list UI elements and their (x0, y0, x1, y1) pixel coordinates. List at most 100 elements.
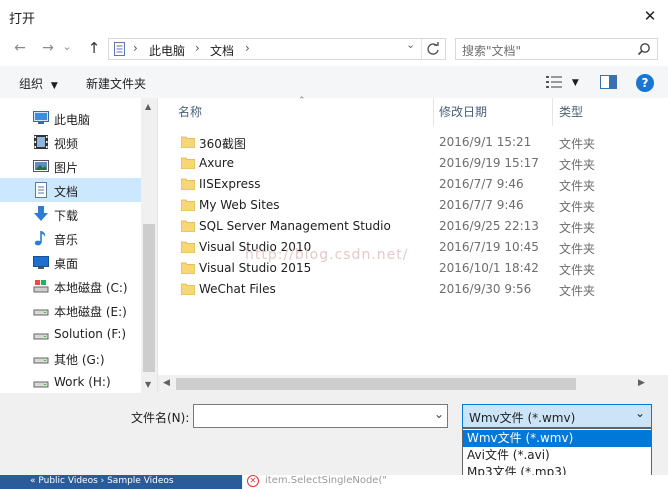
file-row[interactable]: 360截图 2016/9/1 15:21 文件夹 (158, 132, 638, 153)
file-name: WeChat Files (199, 282, 276, 296)
organize-button[interactable]: 组织 ▼ (19, 75, 58, 92)
computer-icon (33, 111, 49, 124)
sidebar-scroll-thumb[interactable] (143, 224, 155, 372)
file-date: 2016/7/7 9:46 (439, 198, 524, 212)
chevron-down-icon[interactable]: ⌄ (434, 407, 444, 421)
folder-icon (181, 241, 195, 253)
file-name: Axure (199, 156, 234, 170)
up-button[interactable]: ↑ (83, 37, 105, 59)
scroll-left-icon[interactable]: ◀ (163, 378, 170, 388)
breadcrumb-this-pc[interactable]: 此电脑 (149, 42, 185, 59)
file-date: 2016/9/25 22:13 (439, 219, 539, 233)
sidebar-item-drive-f[interactable]: Solution (F:) (0, 322, 141, 346)
file-row[interactable]: My Web Sites 2016/7/7 9:46 文件夹 (158, 195, 638, 216)
file-type: 文件夹 (559, 158, 596, 172)
drive-icon (33, 357, 49, 364)
search-box[interactable]: 搜索"文档" (455, 38, 658, 60)
sidebar-item-downloads[interactable]: 下载 (0, 202, 141, 226)
close-button[interactable]: ✕ (632, 0, 668, 32)
sidebar-item-label: 此电脑 (54, 113, 91, 127)
scroll-up-icon[interactable]: ▲ (145, 102, 151, 111)
recent-locations-button[interactable]: ⌄ (60, 35, 74, 57)
file-row[interactable]: WeChat Files 2016/9/30 9:56 文件夹 (158, 279, 638, 300)
column-divider[interactable] (433, 98, 434, 126)
music-icon (34, 231, 46, 246)
search-icon[interactable] (637, 42, 651, 56)
forward-button[interactable]: → (37, 37, 59, 59)
file-list: 名称 ⌃ 修改日期 类型 360截图 2016/9/1 15:21 文件夹 Ax… (158, 96, 668, 393)
file-row[interactable]: IISExpress 2016/7/7 9:46 文件夹 (158, 174, 638, 195)
breadcrumb-documents[interactable]: 文档 (210, 42, 234, 59)
sidebar-item-label: 图片 (54, 161, 79, 175)
organize-label: 组织 (19, 77, 44, 91)
scroll-down-icon[interactable]: ▼ (145, 380, 151, 389)
sidebar-item-drive-h[interactable]: Work (H:) (0, 370, 141, 393)
address-divider (421, 39, 422, 59)
file-type-option-wmv[interactable]: Wmv文件 (*.wmv) (463, 430, 651, 447)
file-row[interactable]: SQL Server Management Studio 2016/9/25 2… (158, 216, 638, 237)
drive-icon (33, 309, 49, 316)
back-arrow-icon: ← (14, 40, 26, 56)
back-button[interactable]: ← (9, 37, 31, 59)
drive-icon (33, 381, 49, 388)
address-bar[interactable]: › 此电脑 › 文档 › ⌄ (108, 38, 446, 60)
horizontal-scroll-thumb[interactable] (176, 378, 576, 390)
background-code-strip: ✕ item.SelectSingleNode(" (243, 475, 668, 489)
sidebar-item-label: 本地磁盘 (E:) (54, 305, 127, 319)
sidebar-item-desktop[interactable]: 桌面 (0, 250, 141, 274)
background-window-strip: « Public Videos › Sample Videos (0, 475, 242, 489)
folder-icon (181, 157, 195, 169)
preview-pane-icon[interactable] (600, 75, 617, 89)
sidebar-item-drive-g[interactable]: 其他 (G:) (0, 346, 141, 370)
up-arrow-icon: ↑ (87, 39, 101, 57)
file-name: SQL Server Management Studio (199, 219, 391, 233)
file-type-option-avi[interactable]: Avi文件 (*.avi) (463, 447, 651, 464)
file-type-select[interactable]: Wmv文件 (*.wmv) ⌄ (462, 404, 652, 428)
help-icon: ? (641, 76, 649, 90)
file-date: 2016/9/30 9:56 (439, 282, 532, 296)
sort-ascending-icon: ⌃ (298, 96, 306, 106)
sidebar-item-pictures[interactable]: 图片 (0, 154, 141, 178)
column-header-type[interactable]: 类型 (559, 98, 583, 126)
sidebar-scrollbar[interactable]: ▲ ▼ (141, 98, 157, 393)
chevron-down-icon: ⌄ (62, 39, 72, 53)
filename-input[interactable]: ⌄ (193, 404, 448, 428)
background-code-text: item.SelectSingleNode(" (265, 475, 387, 486)
file-type: 文件夹 (559, 284, 596, 298)
sidebar-item-label: Work (H:) (54, 375, 111, 389)
file-type: 文件夹 (559, 179, 596, 193)
forward-arrow-icon: → (42, 40, 54, 56)
file-type: 文件夹 (559, 263, 596, 277)
sidebar-item-videos[interactable]: 视频 (0, 130, 141, 154)
refresh-icon[interactable] (426, 42, 440, 56)
file-type: 文件夹 (559, 137, 596, 151)
scrollbar-corner (652, 375, 668, 393)
help-button[interactable]: ? (636, 74, 654, 92)
video-icon (34, 135, 48, 149)
sidebar-item-music[interactable]: 音乐 (0, 226, 141, 250)
sidebar-item-drive-c[interactable]: 本地磁盘 (C:) (0, 274, 141, 298)
sidebar-item-label: Solution (F:) (54, 327, 127, 341)
sidebar-item-drive-e[interactable]: 本地磁盘 (E:) (0, 298, 141, 322)
breadcrumb-separator-icon: › (245, 41, 250, 55)
sidebar-item-label: 视频 (54, 137, 79, 151)
column-divider[interactable] (552, 98, 553, 126)
new-folder-button[interactable]: 新建文件夹 (86, 75, 146, 92)
sidebar-item-this-pc[interactable]: 此电脑 (0, 106, 141, 130)
column-header-date[interactable]: 修改日期 (439, 98, 487, 126)
view-options-button[interactable]: ▼ (546, 74, 579, 89)
file-date: 2016/10/1 18:42 (439, 261, 539, 275)
window-title: 打开 (9, 12, 36, 27)
folder-icon (181, 199, 195, 211)
horizontal-scrollbar[interactable]: ◀ ▶ (158, 375, 652, 393)
watermark: http://blog.csdn.net/ (245, 247, 409, 263)
file-type: 文件夹 (559, 200, 596, 214)
title-bar (0, 0, 668, 32)
scroll-right-icon[interactable]: ▶ (638, 378, 645, 388)
address-history-dropdown-icon[interactable]: ⌄ (406, 38, 415, 51)
sidebar-item-documents[interactable]: 文档 (0, 178, 141, 202)
file-date: 2016/7/19 10:45 (439, 240, 539, 254)
column-header-name[interactable]: 名称 (178, 98, 202, 126)
file-name: IISExpress (199, 177, 261, 191)
file-row[interactable]: Axure 2016/9/19 15:17 文件夹 (158, 153, 638, 174)
